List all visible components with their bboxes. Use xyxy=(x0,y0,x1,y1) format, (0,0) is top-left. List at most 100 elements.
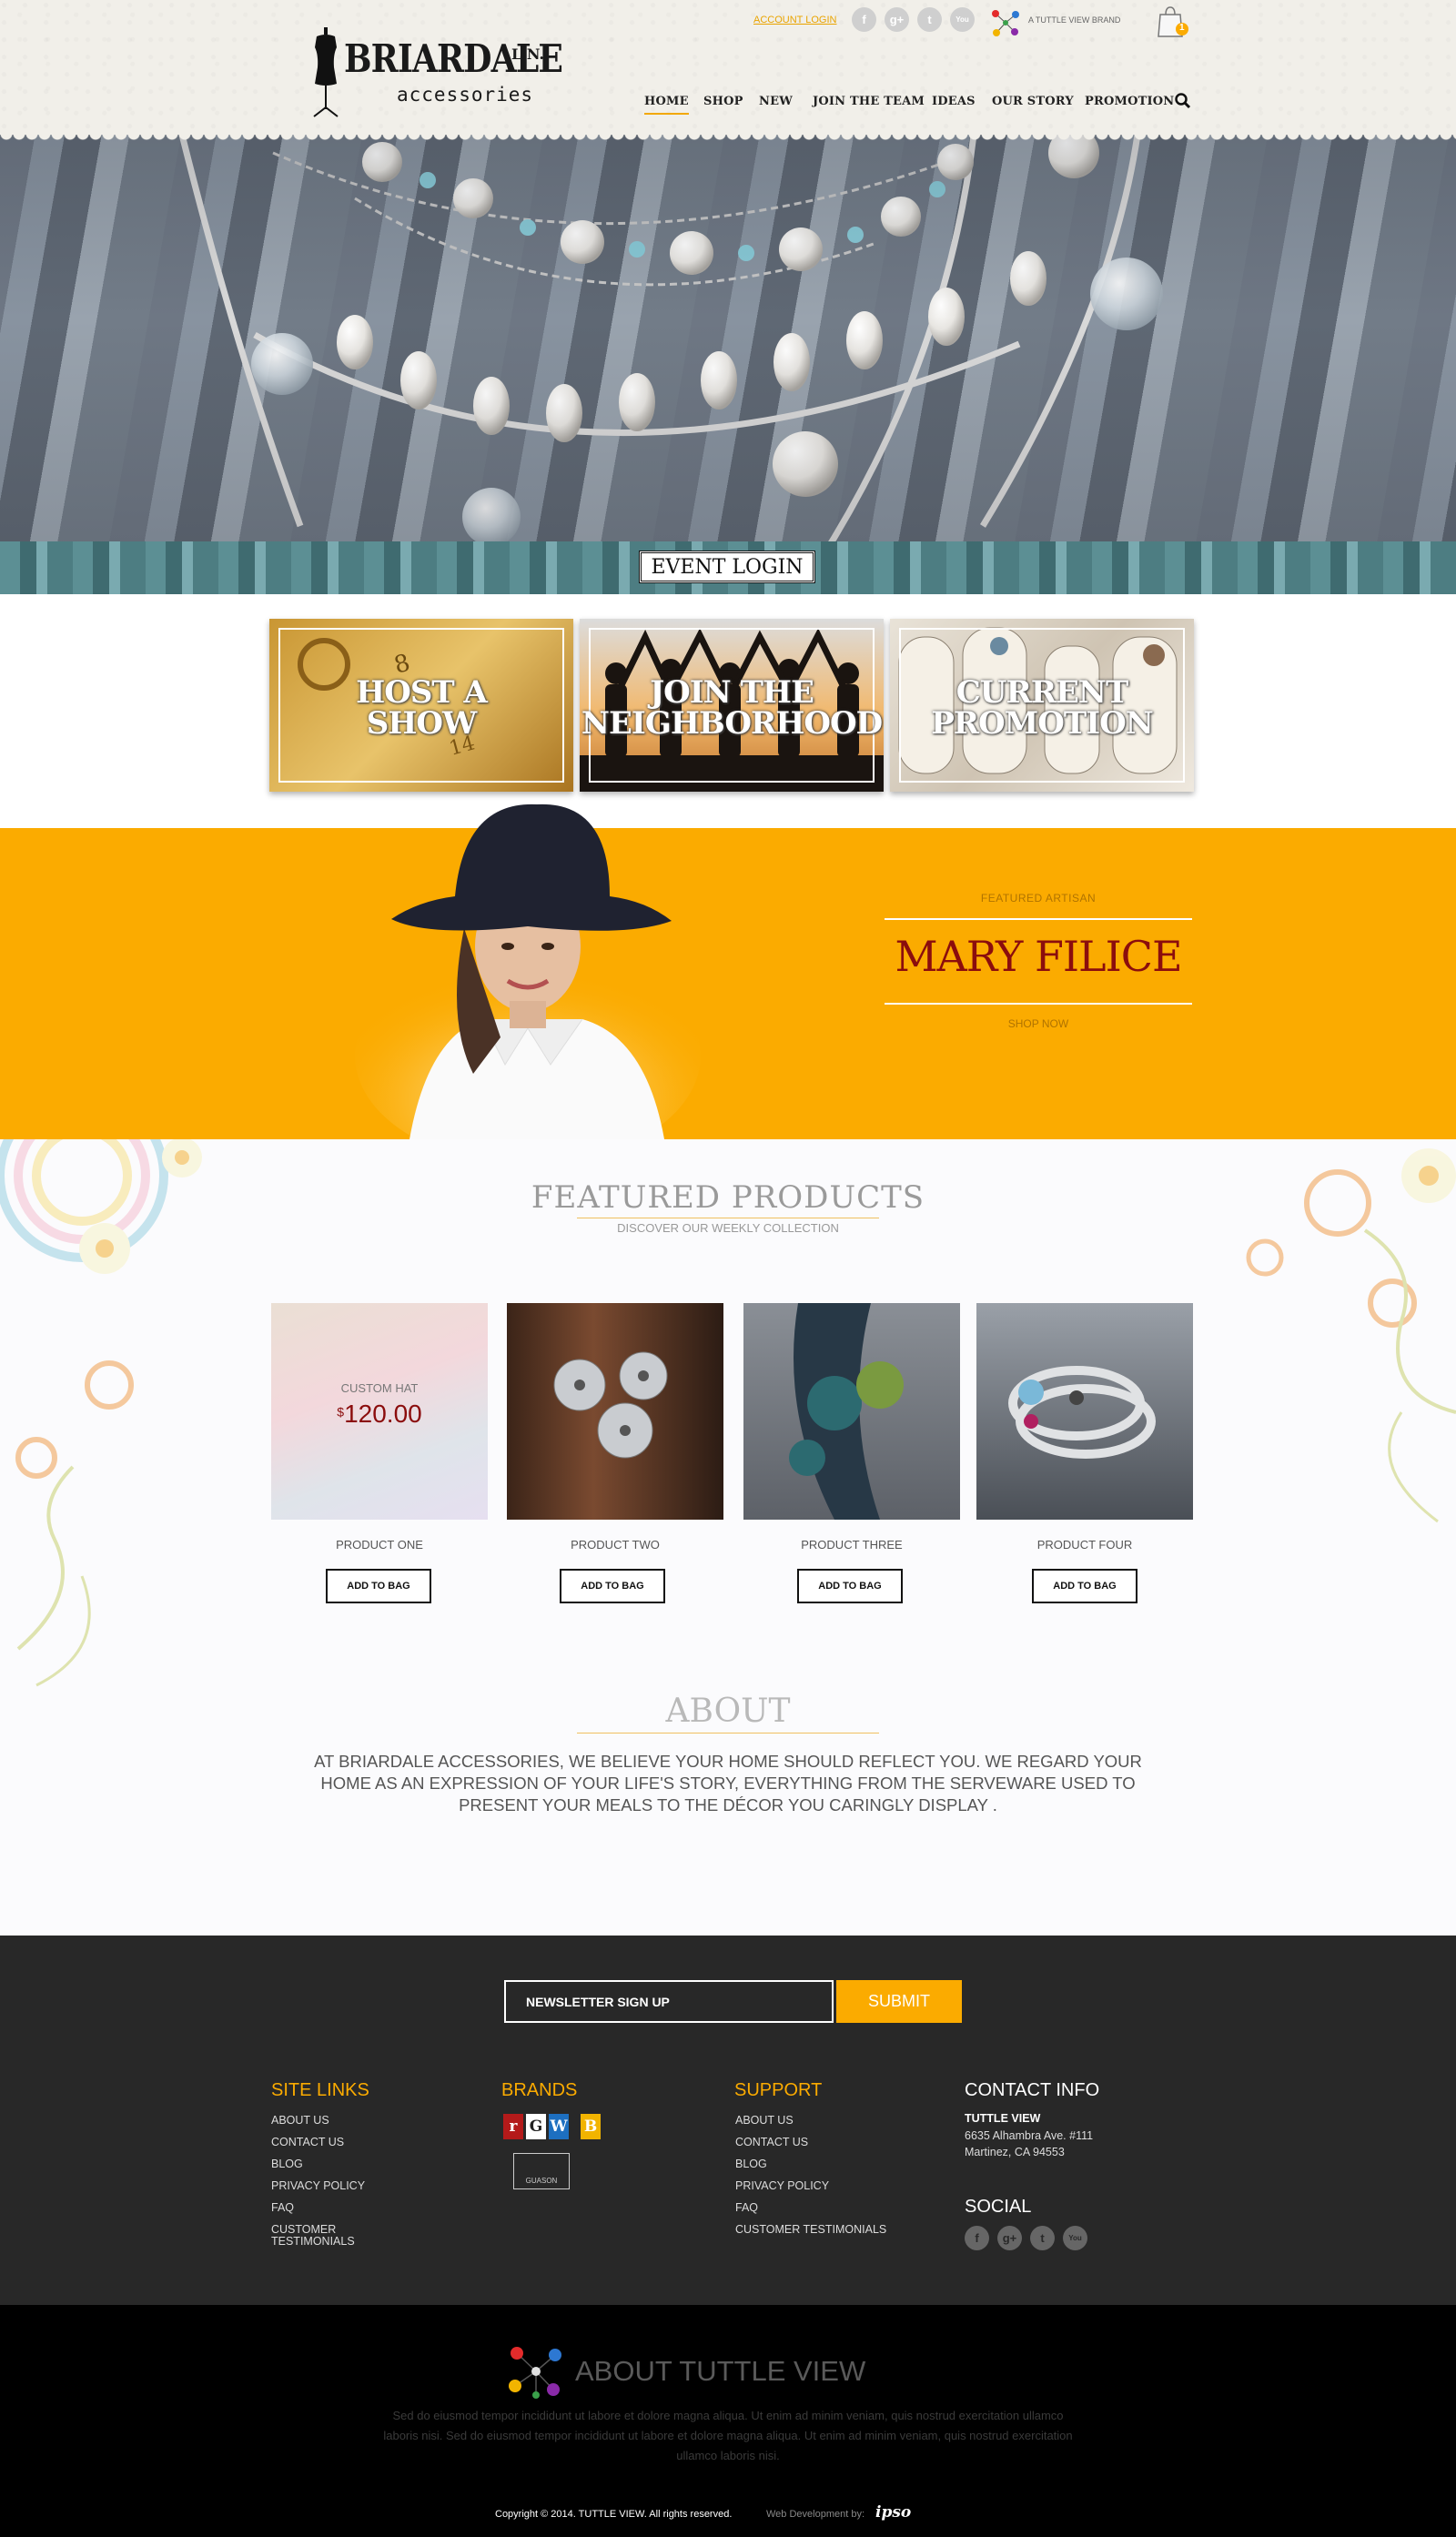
featured-products-subtitle: DISCOVER OUR WEEKLY COLLECTION xyxy=(617,1221,839,1235)
submit-button[interactable]: SUBMIT xyxy=(836,1980,962,2023)
nav-home[interactable]: HOME xyxy=(644,95,689,115)
brands-heading: BRANDS xyxy=(501,2080,578,2100)
brand-logo[interactable]: BRIARDALE L.N. accessories xyxy=(309,27,563,118)
product-image[interactable] xyxy=(743,1303,960,1520)
brand-logo-guason-text: GUASON xyxy=(525,2177,558,2185)
product-image[interactable]: CUSTOM HAT $120.00 xyxy=(271,1303,488,1520)
support-link-privacy-policy[interactable]: PRIVACY POLICY xyxy=(735,2179,829,2192)
footer-link-about-us[interactable]: ABOUT US xyxy=(271,2114,329,2127)
brand-logo-r[interactable]: r xyxy=(503,2114,523,2139)
support-link-testimonials[interactable]: CUSTOMER TESTIMONIALS xyxy=(735,2223,886,2236)
support-link-faq[interactable]: FAQ xyxy=(735,2201,758,2214)
add-to-bag-button[interactable]: ADD TO BAG xyxy=(560,1569,665,1603)
stacked-rings-photo xyxy=(1008,1366,1156,1459)
twitter-icon[interactable]: t xyxy=(917,7,942,32)
about-tuttle-view-title: ABOUT TUTTLE VIEW xyxy=(575,2355,866,2387)
web-development-label: Web Development by: xyxy=(766,2509,865,2520)
add-to-bag-button[interactable]: ADD TO BAG xyxy=(797,1569,903,1603)
footer-link-contact-us[interactable]: CONTACT US xyxy=(271,2136,344,2148)
product-name[interactable]: PRODUCT FOUR xyxy=(976,1538,1193,1552)
brand-sub: accessories xyxy=(397,84,534,106)
product-name[interactable]: PRODUCT TWO xyxy=(507,1538,723,1552)
tile-label: HOST A SHOW xyxy=(269,677,573,739)
about-title: ABOUT xyxy=(665,1693,791,1730)
contact-address-1: 6635 Alhambra Ave. #111 xyxy=(965,2129,1094,2142)
contact-company: TUTTLE VIEW xyxy=(965,2112,1041,2125)
developer-logo[interactable]: ipso xyxy=(875,2503,911,2522)
newsletter-input[interactable]: NEWSLETTER SIGN UP xyxy=(504,1980,834,2023)
tile-label: JOIN THE NEIGHBORHOOD xyxy=(580,677,884,739)
add-to-bag-button[interactable]: ADD TO BAG xyxy=(326,1569,431,1603)
scarf-photo xyxy=(789,1303,904,1520)
brand-suffix: L.N. xyxy=(511,45,544,63)
brand-logo-guason[interactable]: GUASON xyxy=(513,2153,570,2189)
nav-promotion[interactable]: PROMOTION xyxy=(1085,95,1174,108)
tile-line2: SHOW xyxy=(366,705,477,742)
hero-shade xyxy=(0,135,1456,594)
tile-host-a-show[interactable]: 8 14 HOST A SHOW xyxy=(269,619,573,792)
about-tuttle-view-text: Sed do eiusmod tempor incididunt ut labo… xyxy=(383,2409,1073,2462)
product-overlay-price: $120.00 xyxy=(271,1400,488,1429)
copyright-text: Copyright © 2014. TUTTLE VIEW. All right… xyxy=(495,2509,733,2520)
nav-ideas[interactable]: IDEAS xyxy=(932,95,976,108)
google-plus-icon[interactable]: g+ xyxy=(885,7,909,32)
featured-artisan-label: FEATURED ARTISAN xyxy=(980,892,1097,905)
artisan-name: MARY FILICE xyxy=(895,932,1182,981)
product-name[interactable]: PRODUCT ONE xyxy=(271,1538,488,1552)
brand-logo-g[interactable]: G xyxy=(526,2114,546,2139)
footer-link-testimonials[interactable]: TESTIMONIALS xyxy=(271,2235,355,2248)
rings-photo xyxy=(553,1351,668,1459)
tile-line2: PROMOTION xyxy=(931,705,1154,742)
divider xyxy=(885,1003,1192,1005)
tuttle-view-brand-text: A TUTTLE VIEW BRAND xyxy=(1028,15,1121,25)
currency-symbol: $ xyxy=(337,1404,345,1420)
featured-artisan-section xyxy=(0,828,1456,1139)
support-link-contact-us[interactable]: CONTACT US xyxy=(735,2136,808,2148)
footer-link-faq[interactable]: FAQ xyxy=(271,2201,294,2214)
tuttle-view-logo-icon xyxy=(509,2347,561,2399)
hero-banner: EVENT LOGIN xyxy=(0,135,1456,594)
about-text: AT BRIARDALE ACCESSORIES, WE BELIEVE YOU… xyxy=(314,1752,1142,1814)
nav-new[interactable]: NEW xyxy=(759,95,793,108)
footer-link-blog[interactable]: BLOG xyxy=(271,2158,303,2170)
bag-icon xyxy=(1158,6,1188,37)
product-image[interactable] xyxy=(976,1303,1193,1520)
support-heading: SUPPORT xyxy=(734,2080,823,2100)
facebook-icon[interactable]: f xyxy=(965,2226,989,2250)
product-overlay-label: CUSTOM HAT xyxy=(340,1381,419,1395)
support-link-about-us[interactable]: ABOUT US xyxy=(735,2114,794,2127)
nav-shop[interactable]: SHOP xyxy=(703,95,743,108)
price-value: 120.00 xyxy=(344,1400,422,1428)
social-heading: SOCIAL xyxy=(965,2197,1032,2217)
event-login-button[interactable]: EVENT LOGIN xyxy=(639,551,815,583)
tile-label: CURRENT PROMOTION xyxy=(890,677,1194,739)
tile-join-neighborhood[interactable]: JOIN THE NEIGHBORHOOD xyxy=(580,619,884,792)
shopping-bag-icon[interactable]: 1 xyxy=(1156,5,1188,38)
brand-logo-w[interactable]: W xyxy=(549,2114,569,2139)
search-icon[interactable] xyxy=(1174,92,1192,110)
tile-current-promotion[interactable]: CURRENT PROMOTION xyxy=(890,619,1194,792)
footer-link-customer[interactable]: CUSTOMER xyxy=(271,2223,336,2236)
divider xyxy=(885,918,1192,920)
youtube-icon[interactable]: You xyxy=(1063,2226,1087,2250)
google-plus-icon[interactable]: g+ xyxy=(997,2226,1022,2250)
contact-address-2: Martinez, CA 94553 xyxy=(965,2146,1065,2158)
youtube-icon[interactable]: You xyxy=(950,7,975,32)
site-header: BRIARDALE L.N. accessories ACCOUNT LOGIN… xyxy=(0,0,1456,142)
nav-our-story[interactable]: OUR STORY xyxy=(992,95,1074,108)
footer-link-privacy-policy[interactable]: PRIVACY POLICY xyxy=(271,2179,365,2192)
add-to-bag-button[interactable]: ADD TO BAG xyxy=(1032,1569,1138,1603)
artisan-photo xyxy=(355,804,701,1139)
product-image[interactable] xyxy=(507,1303,723,1520)
contact-heading: CONTACT INFO xyxy=(965,2080,1100,2100)
facebook-icon[interactable]: f xyxy=(852,7,876,32)
shop-now-link[interactable]: SHOP NOW xyxy=(885,1017,1192,1030)
nav-join-the-team[interactable]: JOIN THE TEAM xyxy=(813,95,925,108)
dress-form-icon xyxy=(313,27,339,117)
brand-logo-b[interactable]: B xyxy=(581,2114,601,2139)
support-link-blog[interactable]: BLOG xyxy=(735,2158,767,2170)
cart-count: 1 xyxy=(1179,23,1185,33)
product-name[interactable]: PRODUCT THREE xyxy=(743,1538,960,1552)
account-login-link[interactable]: ACCOUNT LOGIN xyxy=(753,15,836,25)
twitter-icon[interactable]: t xyxy=(1030,2226,1055,2250)
